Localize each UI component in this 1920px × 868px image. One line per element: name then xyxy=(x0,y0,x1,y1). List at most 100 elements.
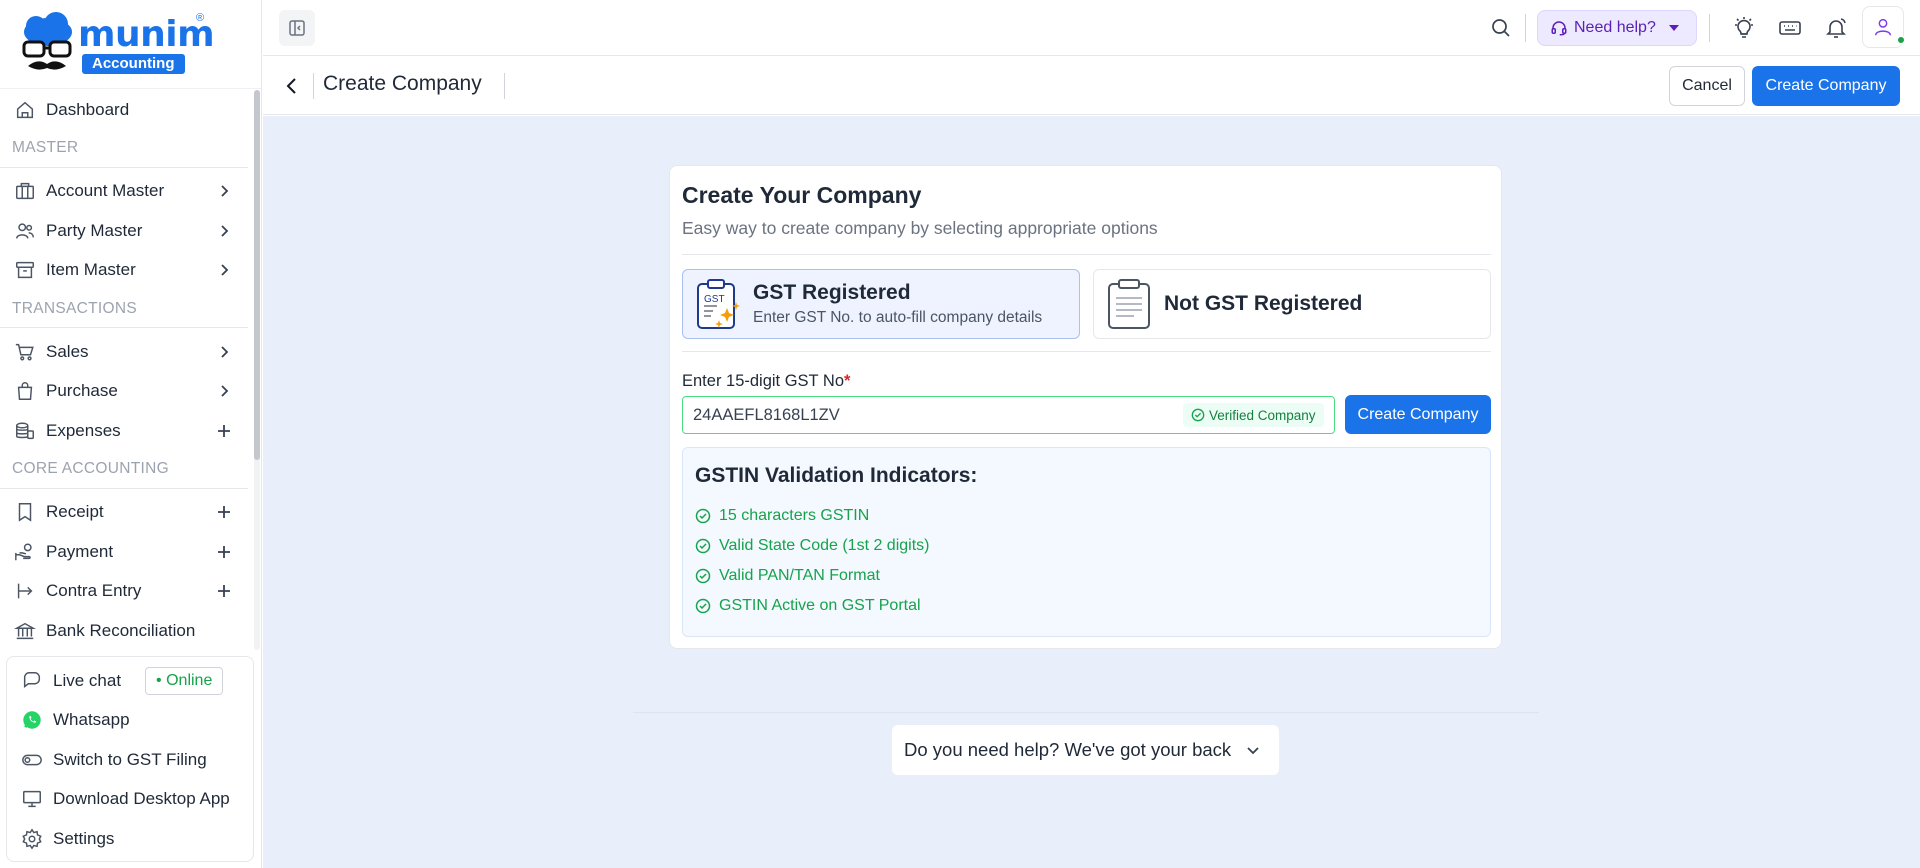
sidebar-nav: Dashboard MASTER Account Master Party Ma… xyxy=(0,90,252,650)
user-avatar-button[interactable] xyxy=(1862,6,1906,48)
sidebar-section-master: MASTER xyxy=(0,130,248,168)
sidebar-item-dashboard[interactable]: Dashboard xyxy=(0,90,252,130)
validation-item: 15 characters GSTIN xyxy=(695,505,869,527)
card-title: Create Your Company xyxy=(682,182,922,208)
sidebar-item-label: Party Master xyxy=(46,220,143,240)
sidebar-item-payment[interactable]: Payment xyxy=(0,532,252,572)
not-gst-registered-option[interactable]: Not GST Registered xyxy=(1093,269,1491,339)
chevron-right-icon xyxy=(221,385,229,397)
create-company-header-button[interactable]: Create Company xyxy=(1752,66,1900,106)
mascot-icon xyxy=(22,12,72,70)
online-status-badge: • Online xyxy=(145,666,224,695)
building-icon xyxy=(16,183,34,200)
plus-icon[interactable] xyxy=(216,423,232,439)
validation-item: Valid State Code (1st 2 digits) xyxy=(695,535,929,557)
validation-item-label: 15 characters GSTIN xyxy=(719,507,870,524)
plus-icon[interactable] xyxy=(216,504,232,520)
divider xyxy=(682,254,1491,255)
back-button[interactable] xyxy=(277,71,307,101)
sidebar-item-label: Payment xyxy=(46,541,114,561)
not-gst-option-title: Not GST Registered xyxy=(1164,292,1363,315)
page-title: Create Company xyxy=(323,72,482,95)
whatsapp-item[interactable]: Whatsapp xyxy=(7,701,253,741)
sidebar-scrollbar[interactable] xyxy=(254,90,260,460)
caret-down-icon xyxy=(1668,25,1679,31)
bookmark-icon xyxy=(18,503,32,522)
plus-icon[interactable] xyxy=(216,583,232,599)
check-circle-icon xyxy=(695,598,711,614)
need-help-button[interactable]: Need help? xyxy=(1537,10,1697,46)
validation-item-label: GSTIN Active on GST Portal xyxy=(719,597,921,614)
search-icon[interactable] xyxy=(1489,16,1513,40)
sidebar-item-account-master[interactable]: Account Master xyxy=(0,172,252,212)
gst-registered-option[interactable]: GST GST Registered Enter GST No. to auto… xyxy=(682,269,1080,339)
sidebar-bottom-panel: Live chat • Online Whatsapp Switch to GS… xyxy=(6,656,254,862)
header-divider xyxy=(504,73,505,99)
whatsapp-label: Whatsapp xyxy=(53,710,130,730)
topbar-divider xyxy=(1709,14,1710,42)
sidebar-item-party-master[interactable]: Party Master xyxy=(0,211,252,251)
validation-item: Valid PAN/TAN Format xyxy=(695,565,880,587)
sidebar-item-bank-reconciliation[interactable]: Bank Reconciliation xyxy=(0,611,252,650)
bell-icon[interactable] xyxy=(1824,16,1848,40)
clipboard-icon xyxy=(1108,279,1150,329)
logo[interactable]: munim ® Accounting xyxy=(0,0,261,89)
sidebar-item-label: Sales xyxy=(46,341,89,361)
help-accordion-label: Do you need help? We've got your back xyxy=(904,739,1232,760)
sidebar-item-receipt[interactable]: Receipt xyxy=(0,493,252,533)
sidebar-item-purchase[interactable]: Purchase xyxy=(0,372,252,412)
gst-option-title: GST Registered xyxy=(753,281,911,304)
lightbulb-icon[interactable] xyxy=(1732,16,1756,40)
create-company-button[interactable]: Create Company xyxy=(1345,395,1491,434)
chevron-right-icon xyxy=(221,346,229,358)
download-desktop-app-label: Download Desktop App xyxy=(53,789,230,809)
archive-icon xyxy=(16,262,34,279)
gst-icon-text: GST xyxy=(704,294,725,305)
whatsapp-icon xyxy=(23,711,41,729)
headset-icon xyxy=(1551,21,1567,36)
settings-label: Settings xyxy=(53,828,115,848)
keyboard-icon[interactable] xyxy=(1778,16,1802,40)
bank-icon xyxy=(14,622,36,639)
divider xyxy=(682,351,1491,352)
page-header: Create Company Cancel Create Company xyxy=(263,57,1920,115)
download-desktop-app-item[interactable]: Download Desktop App xyxy=(7,780,253,820)
toggle-icon xyxy=(22,754,42,766)
coins-icon xyxy=(16,422,34,439)
brand-name: munim xyxy=(78,14,215,55)
verified-company-badge: Verified Company xyxy=(1183,403,1324,427)
user-icon xyxy=(1874,18,1892,36)
live-chat-item[interactable]: Live chat • Online xyxy=(7,661,253,701)
validation-item-label: Valid PAN/TAN Format xyxy=(719,567,880,584)
gst-field-label-text: Enter 15-digit GST No xyxy=(682,372,845,390)
collapse-sidebar-button[interactable] xyxy=(279,10,315,46)
gear-icon xyxy=(22,828,42,850)
sidebar-item-label: Contra Entry xyxy=(46,581,142,601)
switch-gst-filing-item[interactable]: Switch to GST Filing xyxy=(7,740,253,780)
chevron-down-icon xyxy=(1247,747,1259,755)
settings-item[interactable]: Settings xyxy=(7,819,253,859)
chevron-right-icon xyxy=(221,225,229,237)
help-accordion-toggle[interactable]: Do you need help? We've got your back xyxy=(892,725,1279,775)
check-circle-icon xyxy=(695,568,711,584)
shopping-bag-icon xyxy=(17,382,33,401)
users-icon xyxy=(16,223,34,239)
header-divider xyxy=(313,73,314,99)
sidebar-item-label: Dashboard xyxy=(46,99,130,119)
verified-company-label: Verified Company xyxy=(1209,407,1316,423)
cart-icon xyxy=(15,343,34,361)
sidebar-item-item-master[interactable]: Item Master xyxy=(0,251,252,291)
sidebar-collapse-icon xyxy=(289,20,305,36)
sidebar-item-expenses[interactable]: Expenses xyxy=(0,411,252,451)
plus-icon[interactable] xyxy=(216,544,232,560)
create-company-card: Create Your Company Easy way to create c… xyxy=(669,165,1502,649)
cancel-button[interactable]: Cancel xyxy=(1669,66,1745,106)
validation-title: GSTIN Validation Indicators: xyxy=(695,464,978,487)
sidebar-item-sales[interactable]: Sales xyxy=(0,332,252,372)
check-circle-icon xyxy=(695,508,711,524)
sidebar-item-contra-entry[interactable]: Contra Entry xyxy=(0,572,252,612)
gst-option-description: Enter GST No. to auto-fill company detai… xyxy=(753,309,1043,326)
card-subtitle: Easy way to create company by selecting … xyxy=(682,218,1158,238)
main-content: Create Your Company Easy way to create c… xyxy=(263,116,1920,868)
sidebar-item-label: Expenses xyxy=(46,420,121,440)
